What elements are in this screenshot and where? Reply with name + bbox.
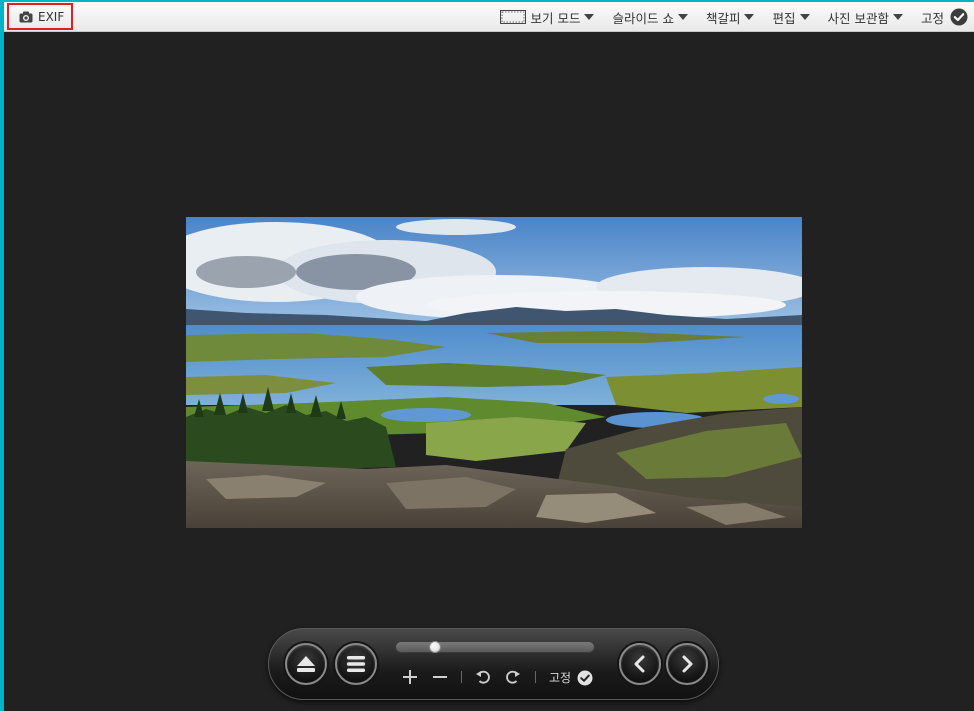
check-circle-icon [950, 8, 968, 26]
eject-icon [297, 656, 315, 672]
exif-label: EXIF [38, 9, 65, 24]
menu-slideshow[interactable]: 슬라이드 쇼 [612, 8, 688, 27]
menu-button[interactable] [335, 643, 377, 685]
exif-button[interactable]: EXIF [7, 3, 73, 30]
menu-view-mode-label: 보기 모드 [530, 10, 581, 26]
toolbar-pin-label: 고정 [920, 10, 944, 26]
triangle-down-icon [892, 13, 903, 20]
toolbar-menu: 보기 모드 슬라이드 쇼 책갈피 편집 사진 보관함 고정 [482, 2, 969, 32]
chevron-right-icon [682, 655, 693, 673]
control-separator [461, 671, 462, 683]
control-pin-label: 고정 [549, 671, 572, 685]
navigation-slider[interactable] [395, 641, 595, 653]
menu-photo-album[interactable]: 사진 보관함 [828, 8, 903, 27]
rotate-right-button[interactable] [503, 667, 523, 687]
chevron-left-icon [634, 655, 645, 673]
eject-button[interactable] [285, 643, 327, 685]
main-photo [186, 217, 802, 528]
fullscreen-frame-icon [499, 10, 526, 24]
image-viewer: EXIF 보기 모드 슬라이드 쇼 책갈피 편집 사진 보관함 고정 고정 [4, 2, 974, 711]
rotate-left-button[interactable] [473, 667, 493, 687]
previous-button[interactable] [619, 643, 661, 685]
top-toolbar: EXIF 보기 모드 슬라이드 쇼 책갈피 편집 사진 보관함 고정 [4, 2, 974, 32]
minus-icon [433, 676, 447, 678]
zoom-in-button[interactable] [400, 667, 420, 687]
zoom-out-button[interactable] [430, 667, 450, 687]
triangle-down-icon [677, 13, 688, 20]
camera-icon [19, 11, 33, 22]
control-pin-toggle[interactable]: 고정 [549, 669, 593, 686]
control-separator [535, 671, 536, 683]
plus-icon [403, 670, 417, 684]
playback-control-bar: 고정 [268, 628, 719, 700]
menu-bookmark-label: 책갈피 [705, 10, 741, 26]
menu-bookmark[interactable]: 책갈피 [706, 8, 755, 27]
next-button[interactable] [666, 643, 708, 685]
hamburger-icon [347, 656, 365, 672]
toolbar-pin-toggle[interactable]: 고정 [921, 8, 968, 27]
menu-edit[interactable]: 편집 [772, 8, 810, 27]
menu-edit-label: 편집 [772, 10, 796, 26]
menu-view-mode[interactable]: 보기 모드 [499, 8, 595, 27]
rotate-right-icon [506, 670, 520, 684]
rotate-left-icon [476, 670, 490, 684]
triangle-down-icon [584, 13, 595, 20]
slider-thumb[interactable] [429, 641, 441, 653]
triangle-down-icon [744, 13, 755, 20]
menu-photo-album-label: 사진 보관함 [827, 10, 889, 26]
check-circle-icon [577, 670, 593, 685]
triangle-down-icon [799, 13, 810, 20]
menu-slideshow-label: 슬라이드 쇼 [612, 10, 674, 26]
